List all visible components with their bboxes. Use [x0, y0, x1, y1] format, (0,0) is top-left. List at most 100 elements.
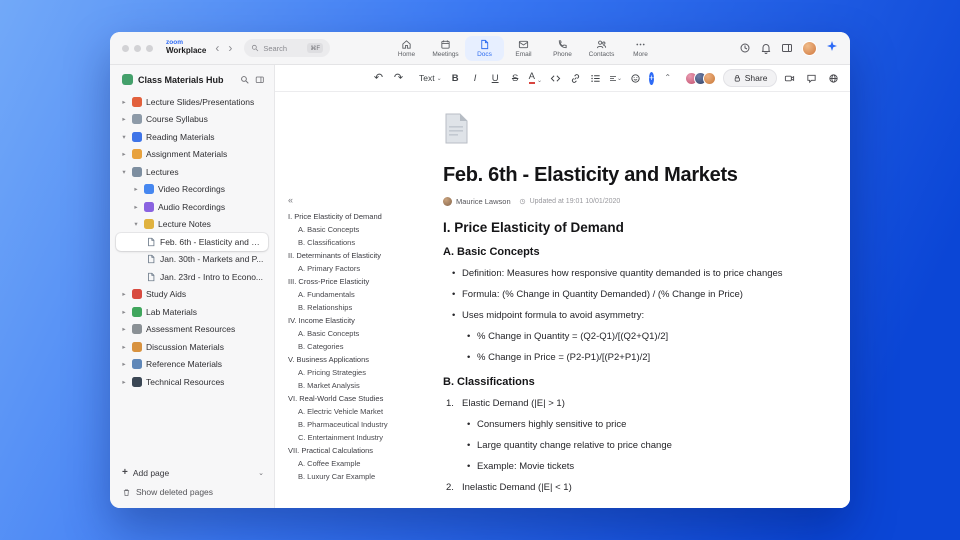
- expand-chevron-icon[interactable]: ▸: [120, 360, 128, 368]
- outline-item[interactable]: V. Business Applications: [288, 353, 438, 366]
- doc-bullet[interactable]: Formula: (% Change in Quantity Demanded)…: [443, 289, 803, 301]
- align-dropdown[interactable]: ⌄: [609, 70, 622, 86]
- sidebar-item-discussion-materials[interactable]: ▸ Discussion Materials: [116, 338, 268, 356]
- tab-email[interactable]: Email: [504, 36, 543, 62]
- outline-item[interactable]: A. Basic Concepts: [288, 327, 438, 340]
- outline-item[interactable]: II. Determinants of Elasticity: [288, 249, 438, 262]
- tab-docs[interactable]: Docs: [465, 35, 504, 62]
- expand-chevron-icon[interactable]: ▸: [132, 185, 140, 193]
- expand-chevron-icon[interactable]: ▸: [132, 203, 140, 211]
- sidebar-item-technical-resources[interactable]: ▸ Technical Resources: [116, 373, 268, 391]
- search-input[interactable]: [263, 43, 304, 53]
- document-title[interactable]: Feb. 6th - Elasticity and Markets: [443, 163, 803, 187]
- link-icon[interactable]: [569, 70, 582, 86]
- sidebar-item-lectures[interactable]: ▾ Lectures: [116, 163, 268, 181]
- doc-heading[interactable]: I. Price Elasticity of Demand: [443, 220, 803, 236]
- sidebar-item-feb-6th-selected[interactable]: Feb. 6th - Elasticity and M...: [116, 233, 268, 251]
- sidebar-item-reference-materials[interactable]: ▸ Reference Materials: [116, 356, 268, 374]
- doc-subheading[interactable]: A. Basic Concepts: [443, 246, 803, 259]
- sidebar-item-jan-30th[interactable]: Jan. 30th - Markets and P...: [116, 251, 268, 269]
- outline-item[interactable]: VII. Practical Calculations: [288, 444, 438, 457]
- tab-more[interactable]: More: [621, 36, 660, 62]
- doc-bullet[interactable]: Definition: Measures how responsive quan…: [443, 268, 803, 280]
- expand-chevron-icon[interactable]: ▸: [120, 150, 128, 158]
- comment-icon[interactable]: [806, 73, 817, 84]
- doc-bullet[interactable]: % Change in Price = (P2-P1)/[(P2+P1)/2]: [443, 352, 803, 364]
- add-page-chevron-icon[interactable]: ⌄: [258, 469, 264, 477]
- document-body[interactable]: Feb. 6th - Elasticity and Markets Mauric…: [443, 92, 803, 494]
- expand-chevron-icon[interactable]: ▾: [120, 133, 128, 141]
- doc-numbered-item[interactable]: 2. Inelastic Demand (|E| < 1): [443, 482, 803, 494]
- doc-bullet[interactable]: Example: Movie tickets: [443, 461, 803, 473]
- add-page-button[interactable]: + Add page ⌄: [122, 468, 264, 479]
- outline-item[interactable]: B. Market Analysis: [288, 379, 438, 392]
- expand-chevron-icon[interactable]: ▾: [132, 220, 140, 228]
- sidebar-item-study-aids[interactable]: ▸ Study Aids: [116, 286, 268, 304]
- expand-chevron-icon[interactable]: ▸: [120, 343, 128, 351]
- outline-item[interactable]: B. Classifications: [288, 236, 438, 249]
- sidebar-item-jan-23rd[interactable]: Jan. 23rd - Intro to Econo...: [116, 268, 268, 286]
- collapse-toolbar-icon[interactable]: ⌃: [661, 70, 674, 86]
- outline-item[interactable]: B. Categories: [288, 340, 438, 353]
- forward-button[interactable]: ›: [228, 42, 232, 54]
- sidebar-item-course-syllabus[interactable]: ▸ Course Syllabus: [116, 111, 268, 129]
- outline-item[interactable]: B. Pharmaceutical Industry: [288, 418, 438, 431]
- globe-icon[interactable]: [828, 73, 839, 84]
- outline-item[interactable]: VI. Real-World Case Studies: [288, 392, 438, 405]
- collapse-sidebar-icon[interactable]: [255, 75, 265, 85]
- user-avatar[interactable]: [802, 40, 817, 56]
- text-color-button[interactable]: A ⌄: [528, 71, 542, 85]
- bold-button[interactable]: B: [449, 70, 462, 86]
- sidebar-item-assignment-materials[interactable]: ▸ Assignment Materials: [116, 146, 268, 164]
- tab-meetings[interactable]: Meetings: [426, 36, 465, 62]
- outline-item[interactable]: A. Primary Factors: [288, 262, 438, 275]
- video-camera-icon[interactable]: [784, 73, 795, 84]
- side-panel-icon[interactable]: [781, 42, 793, 54]
- sidebar-item-video-recordings[interactable]: ▸ Video Recordings: [116, 181, 268, 199]
- expand-chevron-icon[interactable]: ▾: [120, 168, 128, 176]
- doc-bullet[interactable]: Uses midpoint formula to avoid asymmetry…: [443, 310, 803, 322]
- code-icon[interactable]: [549, 70, 562, 86]
- history-icon[interactable]: [739, 42, 751, 54]
- sidebar-item-lecture-slides[interactable]: ▸ Lecture Slides/Presentations: [116, 93, 268, 111]
- share-button[interactable]: Share: [723, 69, 778, 87]
- sidebar-item-lecture-notes[interactable]: ▾ Lecture Notes: [116, 216, 268, 234]
- fullscreen-window-button[interactable]: [146, 44, 153, 52]
- tab-home[interactable]: Home: [387, 36, 426, 62]
- show-deleted-pages-button[interactable]: Show deleted pages: [122, 487, 264, 497]
- outline-item[interactable]: I. Price Elasticity of Demand: [288, 210, 438, 223]
- collapse-outline-icon[interactable]: «: [288, 196, 438, 205]
- strikethrough-button[interactable]: S: [509, 70, 522, 86]
- back-button[interactable]: ‹: [215, 42, 219, 54]
- outline-item[interactable]: C. Entertainment Industry: [288, 431, 438, 444]
- sidebar-item-assessment-resources[interactable]: ▸ Assessment Resources: [116, 321, 268, 339]
- doc-subheading[interactable]: B. Classifications: [443, 376, 803, 389]
- insert-block-button[interactable]: +: [649, 71, 655, 85]
- outline-item[interactable]: A. Electric Vehicle Market: [288, 405, 438, 418]
- ai-companion-icon[interactable]: [826, 39, 838, 57]
- redo-icon[interactable]: ↷: [392, 70, 405, 86]
- outline-item[interactable]: B. Relationships: [288, 301, 438, 314]
- outline-item[interactable]: IV. Income Elasticity: [288, 314, 438, 327]
- doc-numbered-item[interactable]: 1. Elastic Demand (|E| > 1): [443, 398, 803, 410]
- notifications-bell-icon[interactable]: [760, 42, 772, 54]
- expand-chevron-icon[interactable]: ▸: [120, 325, 128, 333]
- italic-button[interactable]: I: [469, 70, 482, 86]
- expand-chevron-icon[interactable]: ▸: [120, 98, 128, 106]
- expand-chevron-icon[interactable]: ▸: [120, 290, 128, 298]
- undo-icon[interactable]: ↶: [372, 70, 385, 86]
- bullet-list-icon[interactable]: [589, 70, 602, 86]
- outline-item[interactable]: B. Luxury Car Example: [288, 470, 438, 483]
- outline-item[interactable]: A. Coffee Example: [288, 457, 438, 470]
- sidebar-item-lab-materials[interactable]: ▸ Lab Materials: [116, 303, 268, 321]
- minimize-window-button[interactable]: [134, 44, 141, 52]
- doc-bullet[interactable]: % Change in Quantity = (Q2-Q1)/[(Q2+Q1)/…: [443, 331, 803, 343]
- collaborator-avatars[interactable]: [685, 71, 717, 85]
- doc-bullet[interactable]: Consumers highly sensitive to price: [443, 419, 803, 431]
- outline-item[interactable]: III. Cross-Price Elasticity: [288, 275, 438, 288]
- global-search[interactable]: ⌘F: [244, 39, 331, 57]
- underline-button[interactable]: U: [489, 70, 502, 86]
- expand-chevron-icon[interactable]: ▸: [120, 115, 128, 123]
- doc-bullet[interactable]: Large quantity change relative to price …: [443, 440, 803, 452]
- outline-item[interactable]: A. Basic Concepts: [288, 223, 438, 236]
